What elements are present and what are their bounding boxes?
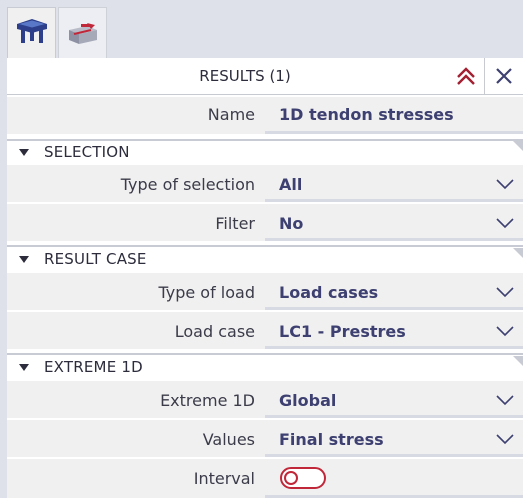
chevron-down-icon[interactable] bbox=[495, 217, 515, 229]
type-of-selection-row[interactable]: Type of selection All bbox=[7, 165, 523, 202]
tab-bar bbox=[0, 0, 523, 60]
properties-panel: RESULTS (1) Name 1D tendon stresses SELE… bbox=[7, 58, 523, 498]
panel-title: RESULTS (1) bbox=[199, 67, 291, 85]
chevron-down-icon[interactable] bbox=[495, 394, 515, 406]
field-label: Type of selection bbox=[120, 175, 255, 194]
filter-row[interactable]: Filter No bbox=[7, 204, 523, 241]
tendon-icon bbox=[69, 23, 97, 44]
collapse-triangle-icon bbox=[19, 364, 29, 371]
field-label: Load case bbox=[174, 322, 255, 341]
corner-mark bbox=[513, 141, 523, 151]
collapse-triangle-icon bbox=[19, 256, 29, 263]
section-title: RESULT CASE bbox=[44, 250, 147, 268]
close-icon bbox=[496, 68, 512, 84]
values-row[interactable]: Values Final stress bbox=[7, 420, 523, 457]
type-of-selection-dropdown[interactable]: All bbox=[279, 175, 302, 194]
extreme-1d-dropdown[interactable]: Global bbox=[279, 391, 336, 410]
section-divider bbox=[7, 245, 523, 247]
panel-header: RESULTS (1) bbox=[7, 58, 523, 95]
name-value[interactable]: 1D tendon stresses bbox=[279, 105, 454, 124]
chevron-down-icon[interactable] bbox=[495, 325, 515, 337]
name-underline bbox=[265, 131, 523, 134]
section-title: SELECTION bbox=[44, 143, 130, 161]
corner-mark bbox=[513, 356, 523, 366]
double-chevron-up-icon bbox=[457, 67, 475, 85]
name-row: Name 1D tendon stresses bbox=[7, 97, 523, 134]
field-underline bbox=[265, 346, 523, 349]
field-underline bbox=[265, 199, 523, 202]
field-label: Filter bbox=[215, 214, 255, 233]
load-case-row[interactable]: Load case LC1 - Prestres bbox=[7, 312, 523, 349]
name-label: Name bbox=[207, 105, 255, 124]
interval-row: Interval bbox=[7, 459, 523, 498]
field-underline bbox=[265, 454, 523, 457]
load-case-dropdown[interactable]: LC1 - Prestres bbox=[279, 322, 406, 341]
interval-toggle[interactable] bbox=[280, 467, 326, 489]
filter-dropdown[interactable]: No bbox=[279, 214, 303, 233]
corner-mark bbox=[513, 248, 523, 258]
type-of-load-row[interactable]: Type of load Load cases bbox=[7, 273, 523, 310]
type-of-load-dropdown[interactable]: Load cases bbox=[279, 283, 378, 302]
field-underline bbox=[265, 307, 523, 310]
close-button[interactable] bbox=[484, 58, 523, 94]
results-structure-icon bbox=[17, 19, 47, 43]
field-underline bbox=[265, 415, 523, 418]
tab-tendon[interactable] bbox=[58, 7, 107, 58]
field-label: Type of load bbox=[158, 283, 255, 302]
extreme-1d-row[interactable]: Extreme 1D Global bbox=[7, 381, 523, 418]
toggle-knob bbox=[284, 471, 298, 485]
collapse-button[interactable] bbox=[447, 58, 483, 94]
field-label: Values bbox=[202, 430, 255, 449]
section-result-case[interactable]: RESULT CASE bbox=[7, 248, 523, 272]
chevron-down-icon[interactable] bbox=[495, 178, 515, 190]
tab-results[interactable] bbox=[7, 7, 56, 58]
field-underline bbox=[265, 238, 523, 241]
field-label: Extreme 1D bbox=[160, 391, 255, 410]
collapse-triangle-icon bbox=[19, 149, 29, 156]
section-divider bbox=[7, 353, 523, 355]
section-selection[interactable]: SELECTION bbox=[7, 141, 523, 165]
section-extreme-1d[interactable]: EXTREME 1D bbox=[7, 356, 523, 380]
chevron-down-icon[interactable] bbox=[495, 433, 515, 445]
field-label: Interval bbox=[193, 469, 255, 488]
values-dropdown[interactable]: Final stress bbox=[279, 430, 384, 449]
section-title: EXTREME 1D bbox=[44, 358, 143, 376]
chevron-down-icon[interactable] bbox=[495, 286, 515, 298]
